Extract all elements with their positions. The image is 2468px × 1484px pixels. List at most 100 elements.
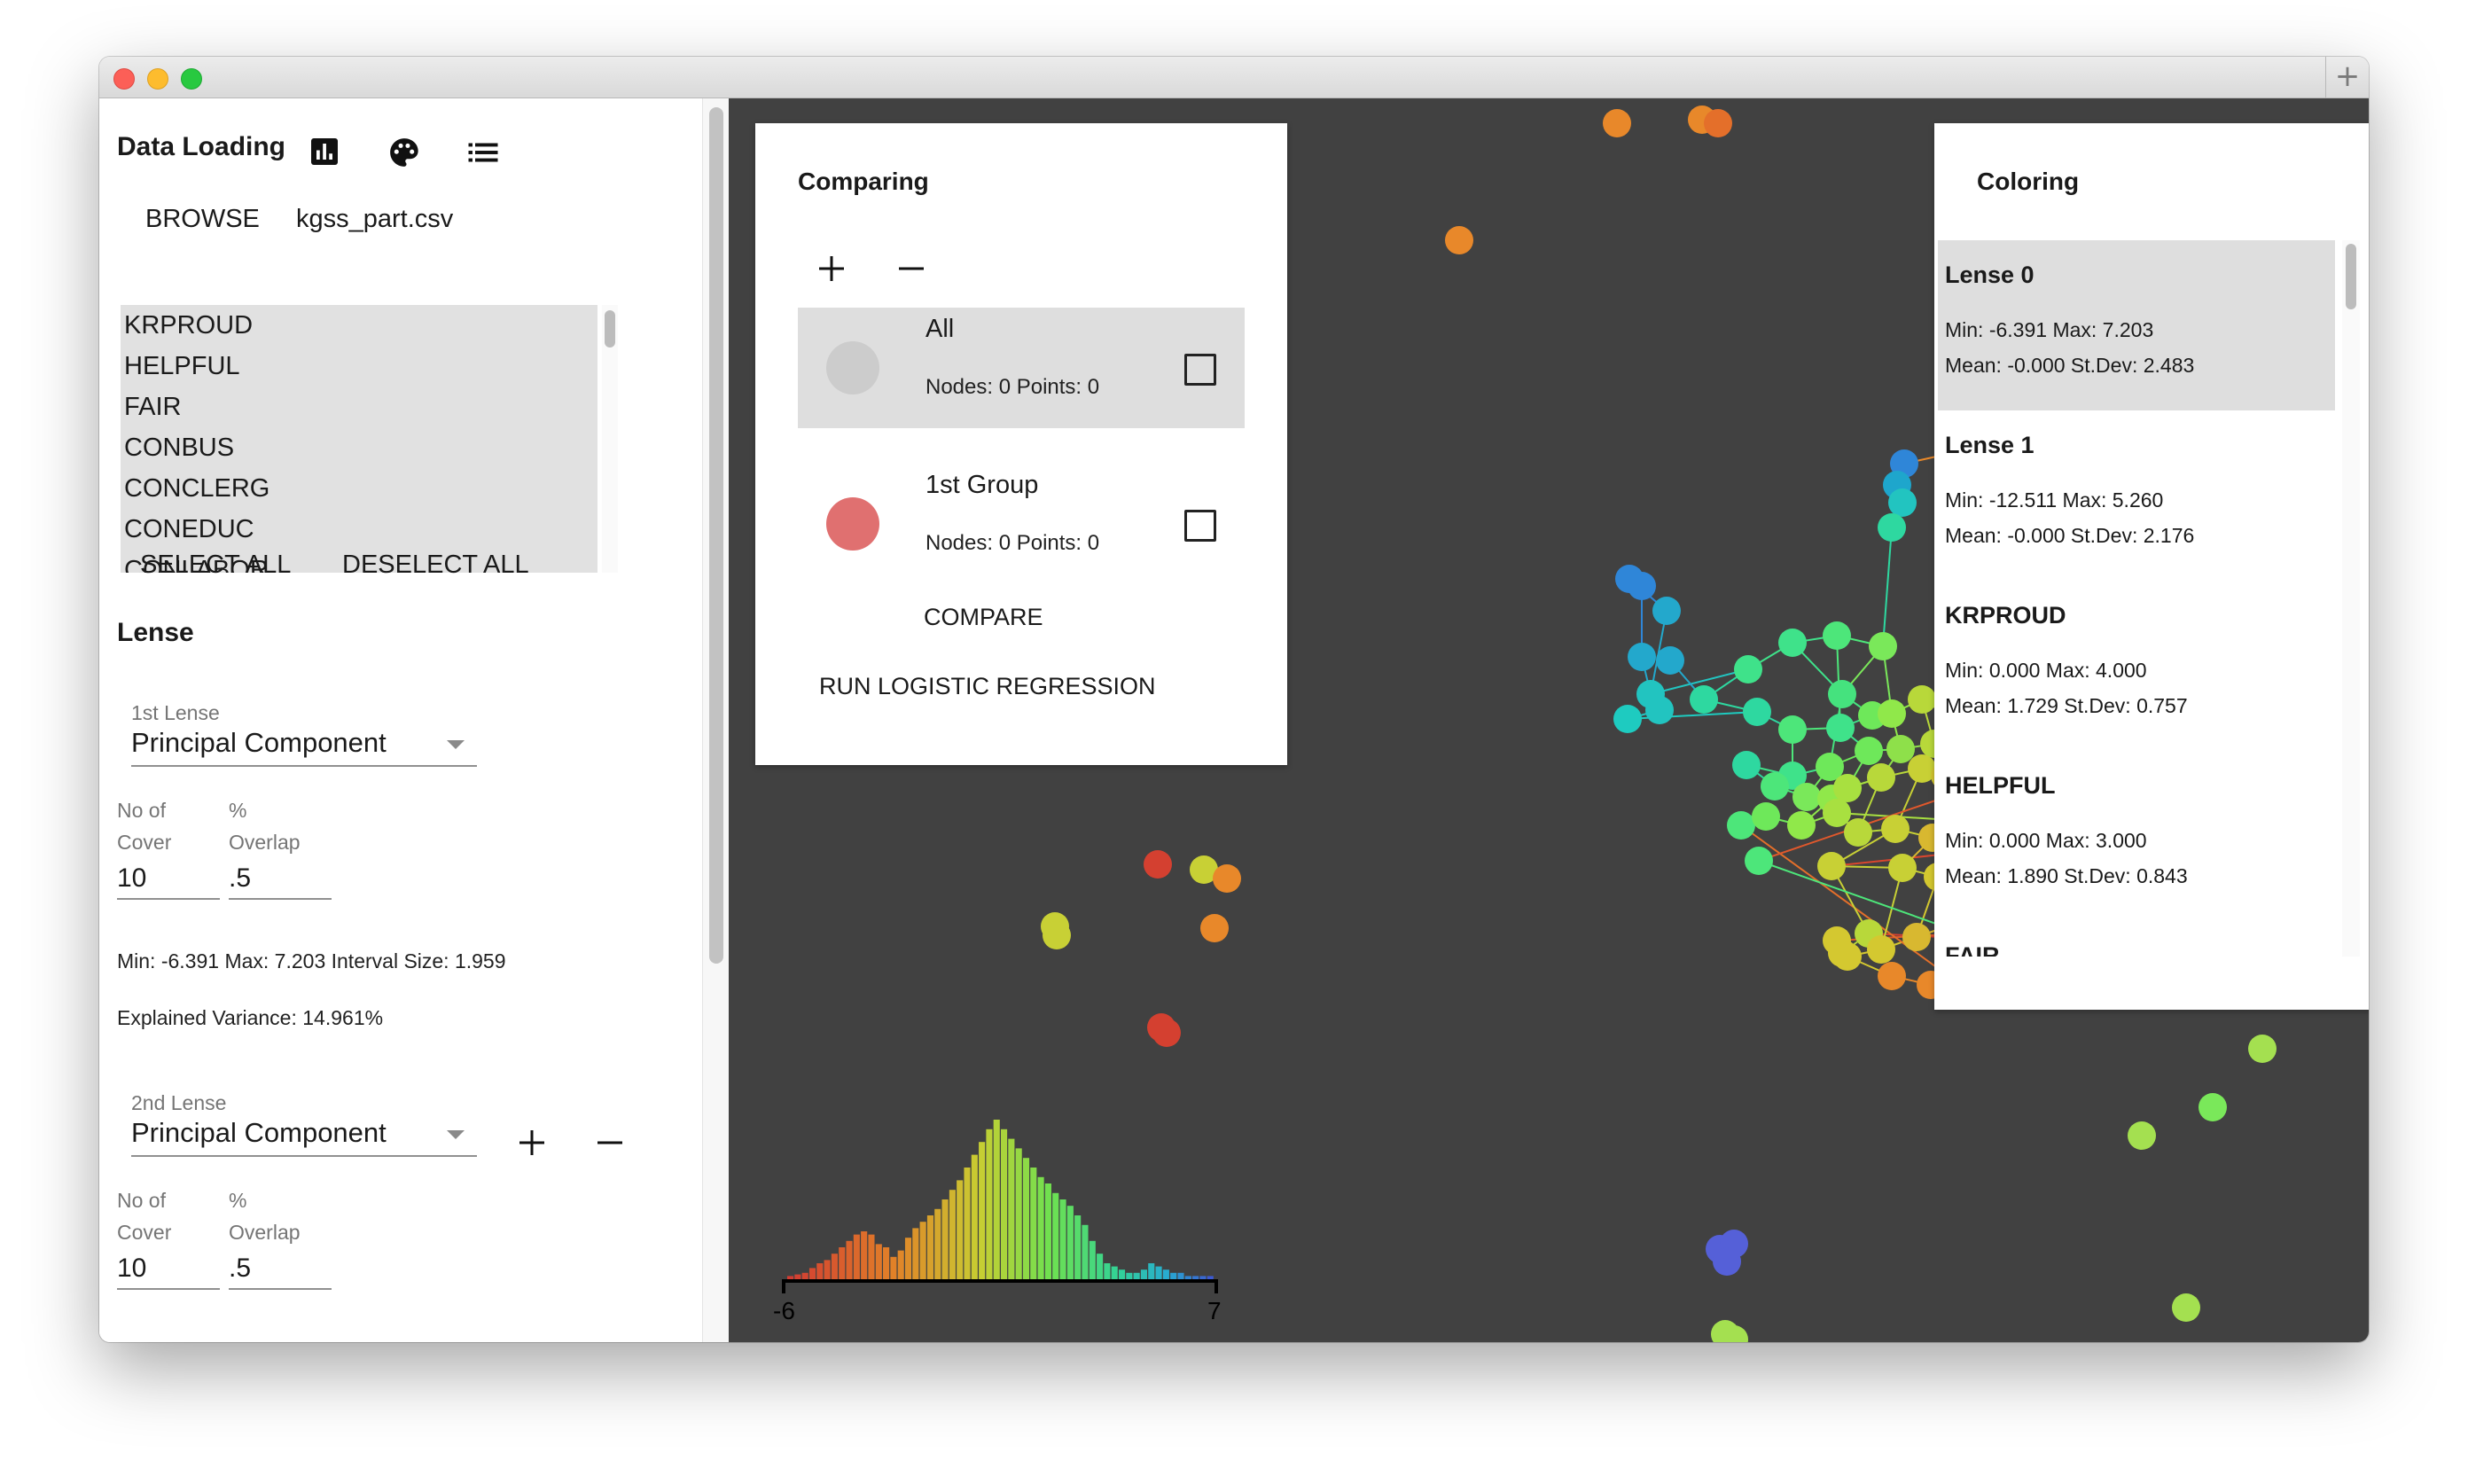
list-item[interactable]: CONCLERG: [121, 468, 597, 509]
coloring-item-lense-0[interactable]: Lense 0 Min: -6.391 Max: 7.203 Mean: -0.…: [1938, 240, 2335, 410]
lense1-select[interactable]: Principal Component: [131, 722, 477, 767]
file-name: kgss_part.csv: [296, 205, 454, 233]
graph-node[interactable]: [2248, 1035, 2277, 1063]
list-icon[interactable]: [466, 139, 500, 166]
palette-icon[interactable]: [387, 136, 422, 169]
add-group-icon[interactable]: [817, 254, 846, 283]
zoom-window-button[interactable]: [181, 68, 202, 90]
graph-node[interactable]: [1603, 109, 1631, 137]
graph-node[interactable]: [2172, 1293, 2200, 1322]
coloring-item-helpful[interactable]: HELPFUL Min: 0.000 Max: 3.000 Mean: 1.89…: [1938, 751, 2335, 921]
group-row-all[interactable]: All Nodes: 0 Points: 0: [798, 308, 1245, 428]
graph-node[interactable]: [1445, 226, 1473, 254]
list-item[interactable]: FAIR: [121, 387, 597, 427]
coloring-item-lense-1[interactable]: Lense 1 Min: -12.511 Max: 5.260 Mean: -0…: [1938, 410, 2335, 581]
graph-node[interactable]: [1732, 751, 1761, 779]
group-row-1st[interactable]: 1st Group Nodes: 0 Points: 0: [798, 464, 1245, 584]
graph-node[interactable]: [1826, 714, 1855, 742]
graph-node[interactable]: [1704, 109, 1732, 137]
variable-list[interactable]: KRPROUD HELPFUL FAIR CONBUS CONCLERG CON…: [121, 305, 597, 573]
graph-node[interactable]: [2199, 1093, 2227, 1121]
graph-node[interactable]: [1778, 715, 1807, 744]
cover-input[interactable]: 10: [117, 859, 220, 900]
coloring-scrollbar[interactable]: [2342, 240, 2360, 957]
graph-node[interactable]: [1886, 735, 1915, 763]
graph-node[interactable]: [1628, 643, 1656, 671]
graph-node[interactable]: [1833, 942, 1862, 971]
browse-button[interactable]: BROWSE: [145, 205, 260, 234]
minimize-window-button[interactable]: [147, 68, 168, 90]
graph-node[interactable]: [1761, 772, 1789, 801]
graph-node[interactable]: [1743, 698, 1771, 726]
run-logistic-regression-button[interactable]: RUN LOGISTIC REGRESSION: [819, 673, 1156, 700]
coloring-item-fair[interactable]: FAIR: [1938, 921, 2335, 957]
graph-node[interactable]: [1823, 621, 1851, 650]
graph-node[interactable]: [1752, 802, 1780, 831]
group-color-swatch[interactable]: [826, 341, 879, 394]
graph-node[interactable]: [1878, 962, 1906, 990]
sidebar-scrollbar[interactable]: [702, 98, 730, 1342]
list-item[interactable]: CONEDUC: [121, 509, 597, 550]
chevron-down-icon: [447, 740, 465, 749]
coloring-list[interactable]: Lense 0 Min: -6.391 Max: 7.203 Mean: -0.…: [1938, 240, 2335, 957]
graph-node[interactable]: [1727, 811, 1755, 840]
bar-chart-icon[interactable]: [308, 136, 340, 168]
overlap-input[interactable]: .5: [229, 1249, 332, 1290]
graph-node[interactable]: [1823, 799, 1851, 827]
graph-node[interactable]: [1713, 1247, 1741, 1276]
graph-node[interactable]: [1656, 646, 1684, 675]
graph-node[interactable]: [1792, 783, 1821, 811]
graph-node[interactable]: [1645, 696, 1674, 724]
graph-node[interactable]: [1200, 914, 1229, 942]
group-checkbox[interactable]: [1184, 510, 1216, 542]
list-item[interactable]: HELPFUL: [121, 346, 597, 387]
graph-node[interactable]: [1613, 705, 1642, 733]
graph-node[interactable]: [1869, 632, 1897, 660]
compare-button[interactable]: COMPARE: [924, 604, 1043, 631]
graph-canvas[interactable]: -6 7 Comparing All Nodes: 0 Points: 0 1s…: [729, 98, 2369, 1342]
graph-node[interactable]: [1908, 685, 1936, 714]
graph-node[interactable]: [1043, 921, 1071, 949]
graph-node[interactable]: [1817, 852, 1846, 880]
lense2-select[interactable]: Principal Component: [131, 1113, 477, 1157]
graph-node[interactable]: [1867, 763, 1895, 792]
graph-node[interactable]: [1833, 774, 1862, 802]
new-tab-button[interactable]: +: [2325, 57, 2369, 98]
graph-node[interactable]: [1844, 818, 1872, 847]
graph-node[interactable]: [1628, 572, 1656, 600]
graph-node[interactable]: [1878, 513, 1906, 542]
remove-lense-icon[interactable]: [596, 1129, 624, 1157]
group-checkbox[interactable]: [1184, 354, 1216, 386]
close-window-button[interactable]: [113, 68, 135, 90]
graph-node[interactable]: [1902, 923, 1931, 951]
histogram-bar: [1192, 1276, 1199, 1279]
list-item[interactable]: KRPROUD: [121, 305, 597, 346]
graph-node[interactable]: [1867, 935, 1895, 964]
group-color-swatch[interactable]: [826, 497, 879, 551]
deselect-all-button[interactable]: DESELECT ALL: [342, 551, 529, 580]
graph-node[interactable]: [1690, 685, 1718, 714]
graph-node[interactable]: [1787, 811, 1816, 840]
graph-node[interactable]: [1652, 597, 1681, 625]
graph-node[interactable]: [1745, 847, 1773, 875]
graph-node[interactable]: [1888, 488, 1917, 517]
coloring-item-krproud[interactable]: KRPROUD Min: 0.000 Max: 4.000 Mean: 1.72…: [1938, 581, 2335, 751]
graph-node[interactable]: [1828, 680, 1856, 708]
graph-node[interactable]: [1213, 864, 1241, 893]
list-item[interactable]: CONBUS: [121, 427, 597, 468]
graph-node[interactable]: [1152, 1019, 1181, 1047]
graph-node[interactable]: [1881, 815, 1910, 843]
graph-node[interactable]: [1878, 699, 1906, 728]
graph-node[interactable]: [1144, 850, 1172, 879]
add-lense-icon[interactable]: [518, 1129, 546, 1157]
graph-node[interactable]: [1855, 737, 1883, 765]
graph-node[interactable]: [1778, 629, 1807, 657]
select-all-button[interactable]: SELECT ALL: [140, 551, 291, 580]
graph-node[interactable]: [1888, 854, 1917, 882]
remove-group-icon[interactable]: [897, 254, 926, 283]
variable-list-scrollbar[interactable]: [602, 305, 618, 573]
cover-input[interactable]: 10: [117, 1249, 220, 1290]
overlap-input[interactable]: .5: [229, 859, 332, 900]
graph-node[interactable]: [2128, 1121, 2156, 1150]
graph-node[interactable]: [1734, 655, 1762, 683]
